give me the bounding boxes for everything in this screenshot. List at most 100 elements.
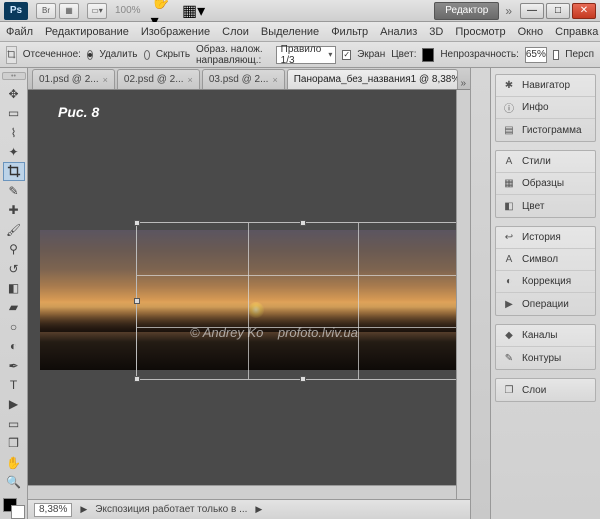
menu-3d[interactable]: 3D [429, 26, 443, 38]
tool-preset-icon[interactable] [6, 46, 17, 64]
launch-bridge-button[interactable]: Br [36, 3, 56, 19]
path-select-tool[interactable]: ▶ [3, 395, 25, 414]
panel-paths[interactable]: ✎Контуры [496, 347, 595, 369]
crop-handle-n[interactable] [300, 220, 306, 226]
horizontal-scrollbar[interactable] [28, 485, 456, 499]
eraser-tool[interactable]: ◧ [3, 278, 25, 297]
screen-mode-button[interactable]: ▭▾ [87, 3, 107, 19]
panel-styles[interactable]: AСтили [496, 151, 595, 173]
overlay-select[interactable]: Правило 1/3 [276, 46, 337, 64]
eyedropper-tool[interactable]: ✎ [3, 181, 25, 200]
crop-handle-w[interactable] [134, 298, 140, 304]
document-tab[interactable]: 03.psd @ 2...× [202, 69, 285, 89]
panel-channels[interactable]: ◆Каналы [496, 325, 595, 347]
move-tool[interactable]: ✥ [3, 84, 25, 103]
panel-character[interactable]: AСимвол [496, 249, 595, 271]
crop-handle-sw[interactable] [134, 376, 140, 382]
panel-group-layers: ❐Слои [495, 378, 596, 402]
delete-radio[interactable] [87, 50, 93, 60]
panel-group-navigation: ✱Навигатор ⓘИнфо ▤Гистограмма [495, 74, 596, 142]
menu-help[interactable]: Справка [555, 26, 598, 38]
menu-layers[interactable]: Слои [222, 26, 249, 38]
pen-tool[interactable]: ✒ [3, 356, 25, 375]
lasso-tool[interactable]: ⌇ [3, 123, 25, 142]
document-tab[interactable]: 01.psd @ 2...× [32, 69, 115, 89]
shield-check[interactable] [342, 50, 351, 60]
toolbox-handle[interactable]: •• [2, 72, 26, 80]
zoom-tool[interactable]: 🔍 [3, 472, 25, 491]
color-swatches[interactable] [3, 498, 25, 519]
histogram-icon: ▤ [502, 123, 516, 137]
document-tab[interactable]: 02.psd @ 2...× [117, 69, 200, 89]
opacity-input[interactable]: 65% [525, 47, 547, 63]
perspective-check[interactable] [553, 50, 559, 60]
document-tabs: 01.psd @ 2...× 02.psd @ 2...× 03.psd @ 2… [28, 68, 470, 90]
crop-tool[interactable] [3, 162, 25, 181]
status-arrow-icon[interactable]: ▶ [80, 504, 87, 515]
zoom-input[interactable]: 8,38% [34, 503, 72, 517]
3d-tool[interactable]: ❒ [3, 434, 25, 453]
collapsed-dock[interactable] [470, 68, 490, 519]
menu-analysis[interactable]: Анализ [380, 26, 417, 38]
close-icon[interactable]: × [188, 75, 193, 85]
brush-tool[interactable]: 🖌 [3, 220, 25, 239]
close-icon[interactable]: × [272, 75, 277, 85]
character-icon: A [502, 253, 516, 267]
menu-edit[interactable]: Редактирование [45, 26, 129, 38]
paths-icon: ✎ [502, 351, 516, 365]
quick-select-tool[interactable]: ✦ [3, 142, 25, 161]
workspace-more-icon[interactable]: » [505, 4, 512, 18]
crop-handle-nw[interactable] [134, 220, 140, 226]
panel-navigator[interactable]: ✱Навигатор [496, 75, 595, 97]
shield-color-swatch[interactable] [422, 48, 434, 62]
titlebar: Ps Br ▦ ▭▾ 100% ✋▾ ▦▾ Редактор » — □ ✕ [0, 0, 600, 22]
dodge-tool[interactable]: ◐ [3, 336, 25, 355]
menu-window[interactable]: Окно [518, 26, 544, 38]
menu-select[interactable]: Выделение [261, 26, 319, 38]
panel-layers[interactable]: ❐Слои [496, 379, 595, 401]
blur-tool[interactable]: ○ [3, 317, 25, 336]
arrange-documents-button[interactable]: ▦▾ [183, 3, 205, 19]
view-extras-button[interactable]: ✋▾ [151, 3, 173, 19]
document-tab-active[interactable]: Панорама_без_названия1 @ 8,38% (01.psd, … [287, 69, 459, 89]
background-color[interactable] [11, 505, 25, 519]
type-tool[interactable]: T [3, 375, 25, 394]
menu-filter[interactable]: Фильтр [331, 26, 368, 38]
minimize-button[interactable]: — [520, 3, 544, 19]
panel-history[interactable]: ↩История [496, 227, 595, 249]
stamp-tool[interactable]: ⚲ [3, 239, 25, 258]
panel-histogram[interactable]: ▤Гистограмма [496, 119, 595, 141]
panel-adjustments[interactable]: ◐Коррекция [496, 271, 595, 293]
statusbar: 8,38% ▶ Экспозиция работает только в ...… [28, 499, 470, 519]
status-menu-icon[interactable]: ▶ [255, 504, 262, 515]
screen-label: Экран [357, 49, 385, 60]
tabs-overflow-icon[interactable]: » [460, 78, 470, 89]
panel-actions[interactable]: ▶Операции [496, 293, 595, 315]
history-brush-tool[interactable]: ↺ [3, 259, 25, 278]
gradient-tool[interactable]: ▰ [3, 298, 25, 317]
vertical-scrollbar[interactable] [456, 90, 470, 499]
crop-rectangle[interactable] [136, 222, 470, 380]
panel-color[interactable]: ◧Цвет [496, 195, 595, 217]
hide-radio[interactable] [144, 50, 150, 60]
panel-info[interactable]: ⓘИнфо [496, 97, 595, 119]
menu-image[interactable]: Изображение [141, 26, 210, 38]
menu-view[interactable]: Просмотр [455, 26, 505, 38]
hide-label: Скрыть [156, 49, 190, 60]
shape-tool[interactable]: ▭ [3, 414, 25, 433]
mini-bridge-button[interactable]: ▦ [59, 3, 79, 19]
maximize-button[interactable]: □ [546, 3, 570, 19]
compass-icon: ✱ [502, 79, 516, 93]
crop-handle-s[interactable] [300, 376, 306, 382]
menu-file[interactable]: Файл [6, 26, 33, 38]
options-bar: Отсеченное: Удалить Скрыть Образ. налож.… [0, 42, 600, 68]
marquee-tool[interactable]: ▭ [3, 103, 25, 122]
hand-tool[interactable]: ✋ [3, 453, 25, 472]
panel-swatches[interactable]: ▦Образцы [496, 173, 595, 195]
workspace-switcher[interactable]: Редактор [434, 2, 499, 20]
canvas[interactable]: Рис. 8 © Andrey Ko profoto.lviv.ua [28, 90, 470, 499]
close-button[interactable]: ✕ [572, 3, 596, 19]
healing-tool[interactable]: ✚ [3, 201, 25, 220]
panel-group-color: AСтили ▦Образцы ◧Цвет [495, 150, 596, 218]
close-icon[interactable]: × [103, 75, 108, 85]
